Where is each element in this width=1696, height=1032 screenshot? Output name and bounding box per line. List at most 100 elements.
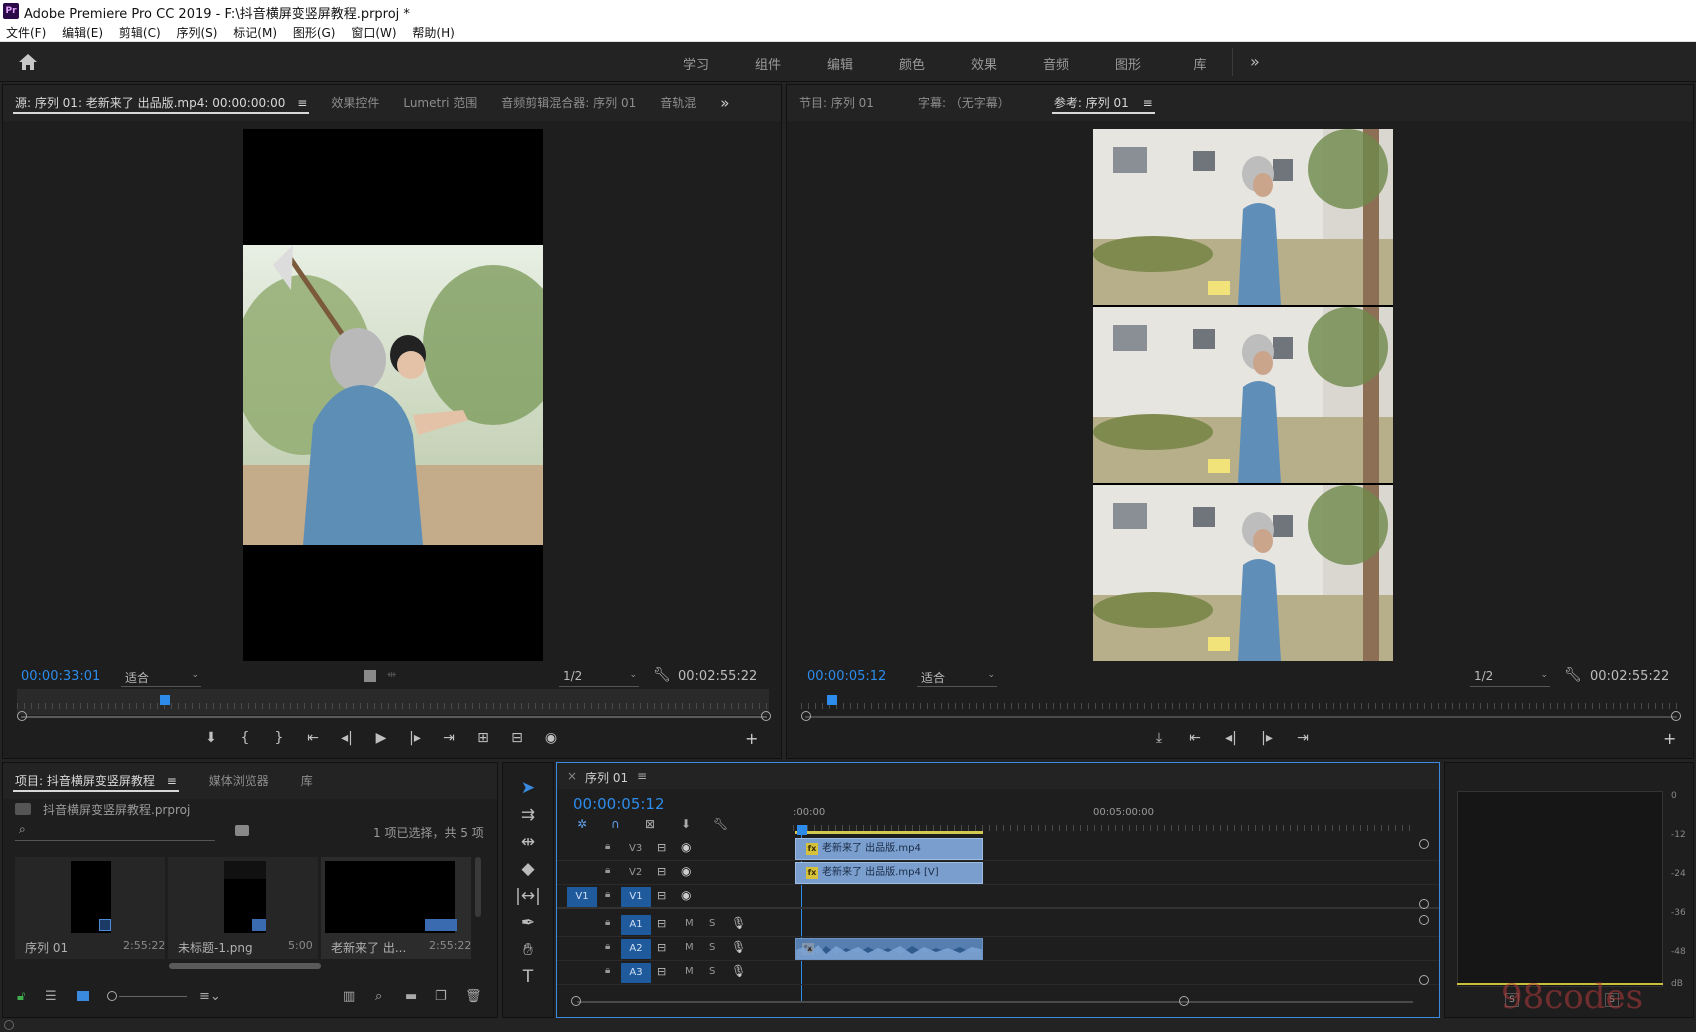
mute-button[interactable]: M <box>685 918 694 929</box>
tab-reference[interactable]: 参考: 序列 01 ≡ <box>1042 85 1165 121</box>
new-bin-icon[interactable]: ▬ <box>405 989 417 1004</box>
step-forward-icon[interactable]: |▸ <box>403 730 427 754</box>
go-to-in-icon[interactable]: ⇤ <box>1183 730 1207 754</box>
step-back-icon[interactable]: ◂| <box>335 730 359 754</box>
timeline-clip[interactable]: fx 老新来了 出品版.mp4 <box>795 838 983 860</box>
add-marker-icon[interactable]: ⬇︎ <box>681 817 691 831</box>
drag-audio-only-icon[interactable]: ⇹ <box>387 668 396 681</box>
program-resolution-dropdown[interactable]: 1/2 ⌄ <box>1470 669 1550 687</box>
sync-lock-icon[interactable]: ⊟ <box>657 965 666 978</box>
project-item[interactable]: 序列 01 2:55:22 <box>15 857 165 959</box>
source-resolution-dropdown[interactable]: 1/2 ⌄ <box>559 669 639 687</box>
icon-view-icon[interactable] <box>77 991 89 1001</box>
close-icon[interactable]: × <box>567 769 577 783</box>
tab-program[interactable]: 节目: 序列 01 <box>787 85 886 121</box>
menu-clip[interactable]: 剪辑(C) <box>113 22 167 41</box>
workspace-tab-assembly[interactable]: 组件 <box>732 54 804 73</box>
sync-lock-icon[interactable]: ⊟ <box>657 841 666 854</box>
track-target-a1[interactable]: A1 <box>621 915 651 935</box>
solo-button[interactable]: S <box>709 966 715 977</box>
track-lock-icon[interactable]: 🔒︎ <box>605 917 610 928</box>
tab-audio-clip-mixer[interactable]: 音频剪辑混合器: 序列 01 <box>489 85 648 121</box>
zoom-handle-left[interactable] <box>801 711 811 721</box>
source-time-ruler[interactable] <box>17 689 769 715</box>
find-icon[interactable]: ⌕ <box>375 989 382 1004</box>
track-lock-icon[interactable]: 🔒︎ <box>605 965 610 976</box>
tab-project[interactable]: 项目: 抖音横屏变竖屏教程 ≡ <box>3 763 189 799</box>
play-icon[interactable]: ▶ <box>369 730 393 754</box>
go-to-out-icon[interactable]: ⇥ <box>437 730 461 754</box>
go-to-out-icon[interactable]: ⇥ <box>1291 730 1315 754</box>
sync-lock-icon[interactable]: ⊟ <box>657 865 666 878</box>
workspace-tab-libraries[interactable]: 库 <box>1164 54 1236 73</box>
panel-menu-icon[interactable]: ≡ <box>1143 96 1153 110</box>
menu-help[interactable]: 帮助(H) <box>406 22 460 41</box>
workspaces-overflow-icon[interactable]: » <box>1250 52 1260 71</box>
track-target-a3[interactable]: A3 <box>621 963 651 983</box>
new-item-icon[interactable]: ❐ <box>435 989 447 1004</box>
go-to-in-icon[interactable]: ⇤ <box>301 730 325 754</box>
workspace-tab-color[interactable]: 颜色 <box>876 54 948 73</box>
eye-icon[interactable]: ◉ <box>681 840 691 854</box>
mute-button[interactable]: M <box>685 966 694 977</box>
type-tool-icon[interactable]: T <box>513 964 543 991</box>
program-time-ruler[interactable] <box>801 689 1681 715</box>
zoom-handle-left[interactable] <box>17 711 27 721</box>
timeline-sequence-tab[interactable]: 序列 01 <box>585 769 628 786</box>
sync-lock-icon[interactable]: ⊟ <box>657 941 666 954</box>
track-name[interactable]: V3 <box>629 843 642 854</box>
menu-sequence[interactable]: 序列(S) <box>170 22 223 41</box>
linked-selection-icon[interactable]: ⊠ <box>645 817 655 831</box>
workspace-tab-effects[interactable]: 效果 <box>948 54 1020 73</box>
razor-tool-icon[interactable]: ◆ <box>513 856 543 883</box>
export-frame-icon[interactable]: ◉ <box>539 730 563 754</box>
add-button-icon[interactable]: + <box>745 729 758 748</box>
step-forward-icon[interactable]: |▸ <box>1255 730 1279 754</box>
lift-extract-icon[interactable]: ⤓ <box>1147 730 1171 754</box>
tab-lumetri-scopes[interactable]: Lumetri 范围 <box>391 85 489 121</box>
zoom-slider-handle[interactable] <box>107 991 117 1001</box>
wrench-icon[interactable]: 🔧︎ <box>1564 667 1582 683</box>
track-select-tool-icon[interactable]: ⇉ <box>513 802 543 829</box>
snap-nest-icon[interactable]: ✲ <box>577 817 587 831</box>
track-name[interactable]: V2 <box>629 867 642 878</box>
slip-tool-icon[interactable]: |↔| <box>513 883 543 910</box>
track-lock-icon[interactable]: 🔒︎ <box>605 841 610 852</box>
source-current-timecode[interactable]: 00:00:33:01 <box>21 669 100 684</box>
pen-tool-icon[interactable]: ✒︎ <box>513 910 543 937</box>
mark-in-icon[interactable]: { <box>233 730 257 754</box>
track-lock-icon[interactable]: 🔒︎ <box>605 865 610 876</box>
microphone-icon[interactable]: 🎙︎ <box>731 964 746 978</box>
tab-audio-track-mixer[interactable]: 音轨混 <box>648 85 708 121</box>
program-current-timecode[interactable]: 00:00:05:12 <box>807 669 886 684</box>
microphone-icon[interactable]: 🎙︎ <box>731 940 746 954</box>
audio-scroll-handle-top[interactable] <box>1419 915 1429 925</box>
timeline-current-timecode[interactable]: 00:00:05:12 <box>573 795 665 813</box>
track-target-a2[interactable]: A2 <box>621 939 651 959</box>
workspace-tab-audio[interactable]: 音频 <box>1020 54 1092 73</box>
program-fit-dropdown[interactable]: 适合 ⌄ <box>917 669 997 687</box>
add-marker-icon[interactable]: ⬇︎ <box>199 730 223 754</box>
sync-lock-icon[interactable]: ⊟ <box>657 889 666 902</box>
tabs-overflow-icon[interactable]: » <box>708 85 741 121</box>
selection-tool-icon[interactable]: ➤ <box>513 775 543 802</box>
zoom-handle-left[interactable] <box>571 996 581 1006</box>
zoom-handle-right[interactable] <box>761 711 771 721</box>
audio-clip-waveform[interactable]: fx <box>795 938 983 960</box>
microphone-icon[interactable]: 🎙︎ <box>731 916 746 930</box>
eye-icon[interactable]: ◉ <box>681 864 691 878</box>
program-playhead[interactable] <box>827 695 838 705</box>
tab-libraries[interactable]: 库 <box>289 763 325 799</box>
drag-video-only-icon[interactable] <box>364 670 376 682</box>
zoom-slider-track[interactable] <box>119 996 187 997</box>
project-search-input[interactable] <box>37 821 207 839</box>
step-back-icon[interactable]: ◂| <box>1219 730 1243 754</box>
panel-menu-icon[interactable]: ≡ <box>297 96 307 110</box>
tab-captions[interactable]: 字幕: （无字幕） <box>906 85 1022 121</box>
solo-button[interactable]: S <box>709 918 715 929</box>
snap-icon[interactable]: ∩ <box>611 817 620 831</box>
tab-media-browser[interactable]: 媒体浏览器 <box>197 763 281 799</box>
hand-tool-icon[interactable]: ✋︎ <box>513 937 543 964</box>
menu-edit[interactable]: 编辑(E) <box>56 22 109 41</box>
mute-button[interactable]: M <box>685 942 694 953</box>
